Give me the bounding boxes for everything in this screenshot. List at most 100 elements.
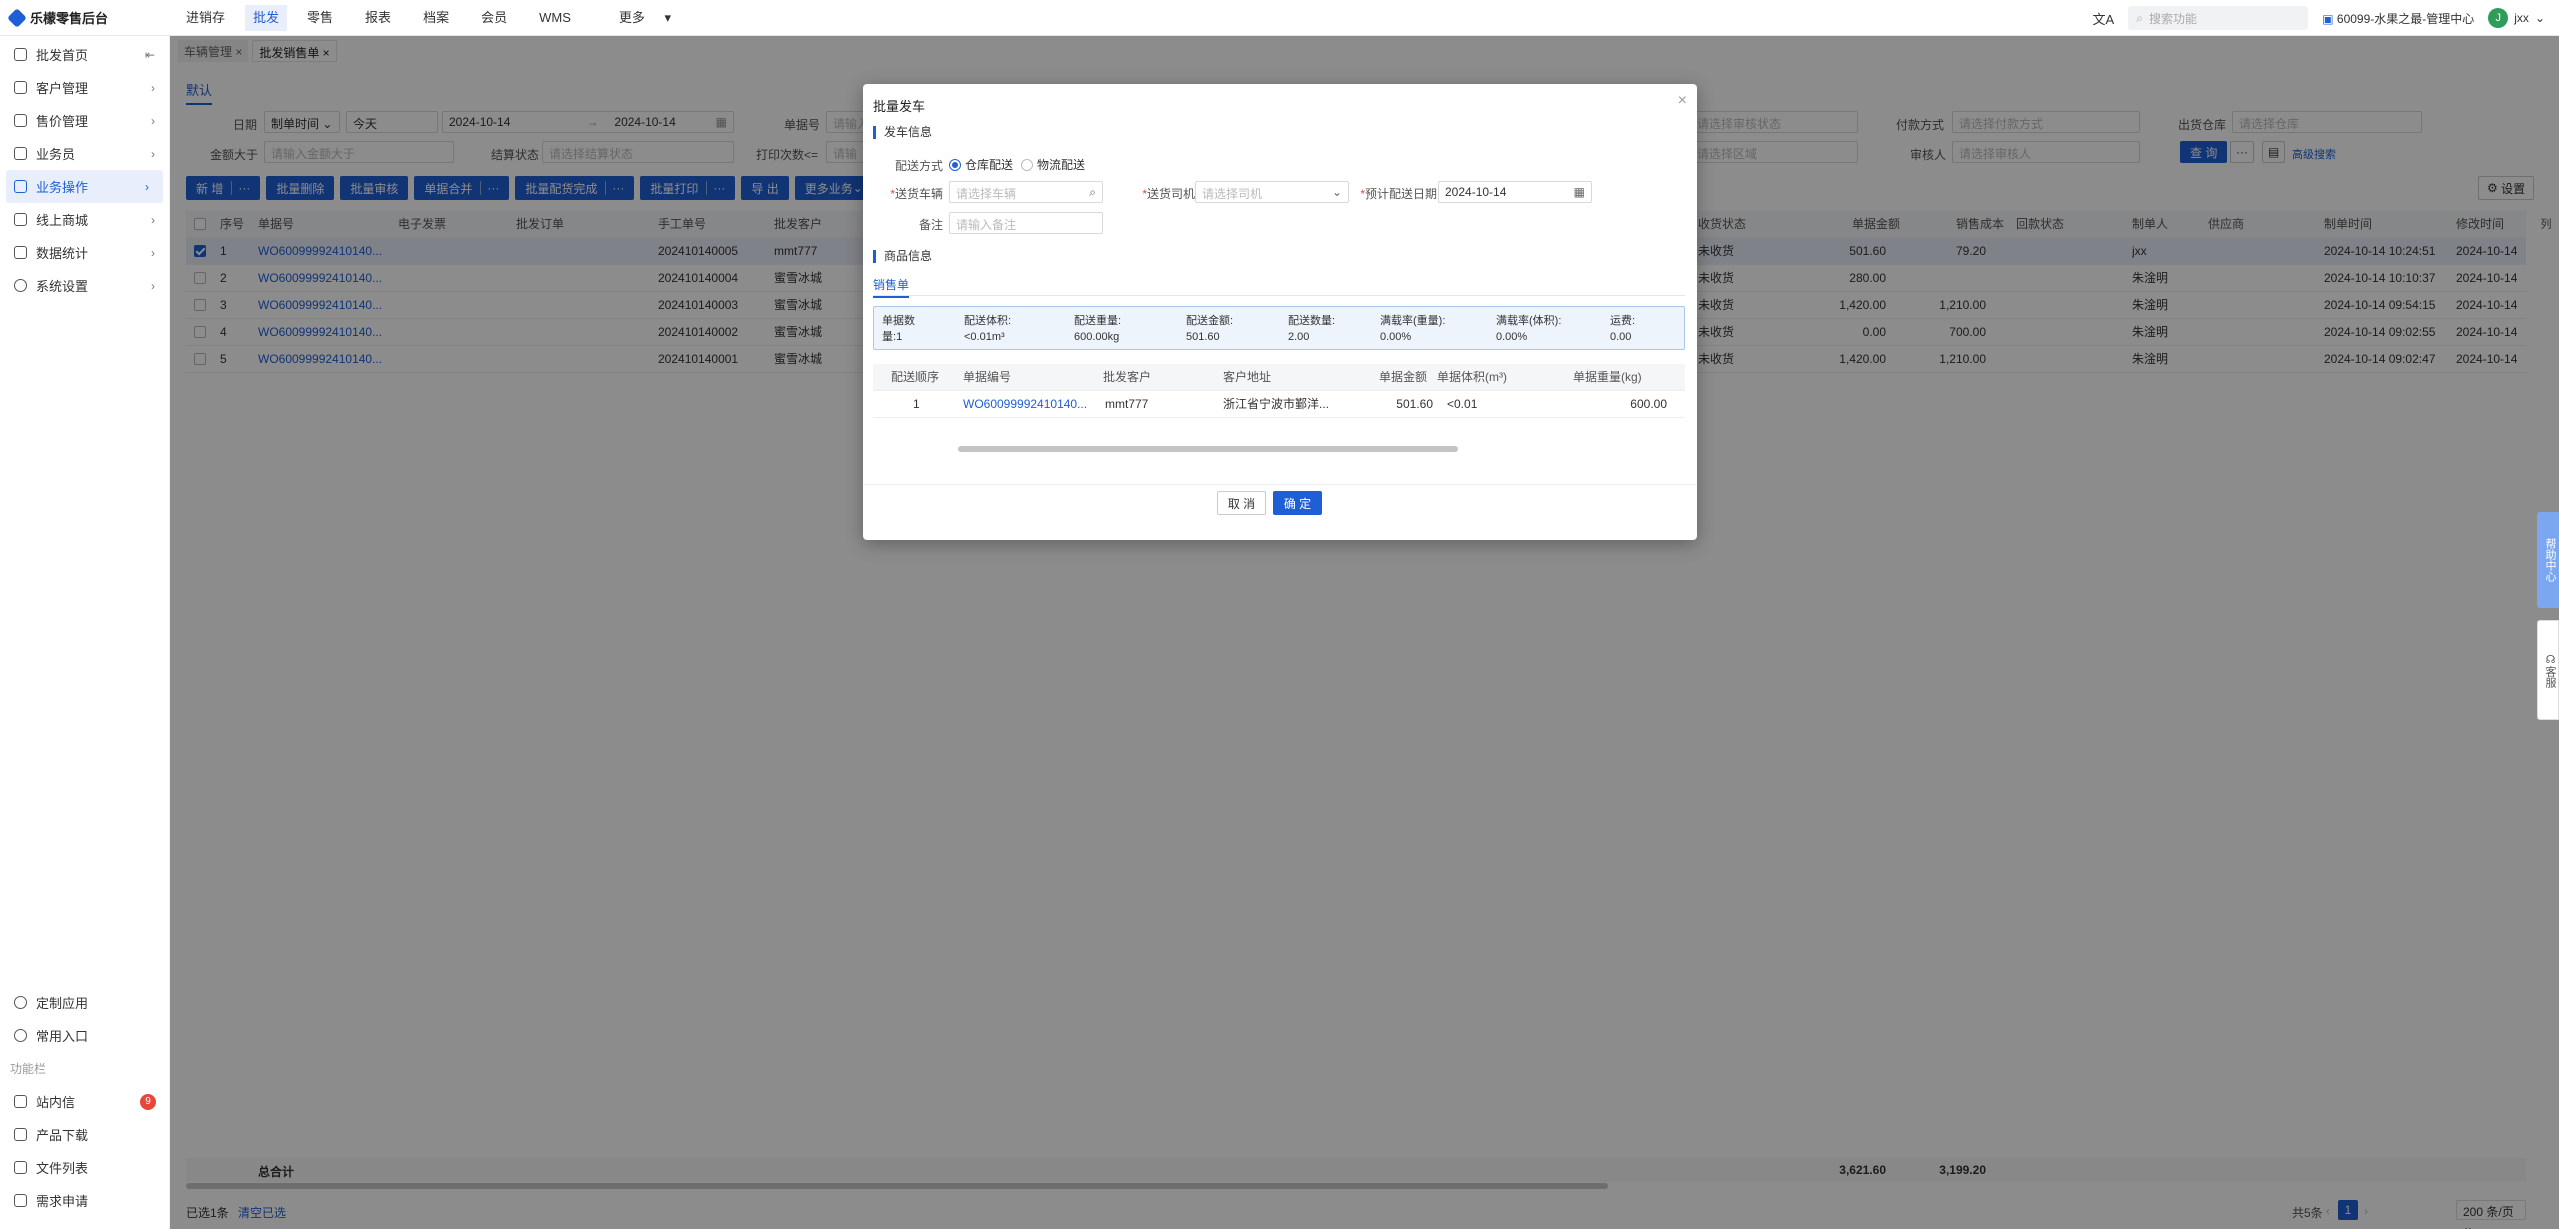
headset-icon: ☊	[2544, 652, 2556, 666]
operations-icon	[14, 180, 27, 193]
topnav-item-more[interactable]: 更多 ▾	[587, 0, 687, 36]
sidebar-item-label: 线上商城	[36, 213, 89, 228]
cell-volume: <0.01	[1447, 397, 1478, 411]
edit-icon	[14, 1194, 27, 1207]
search-icon: ⌕	[2136, 10, 2143, 25]
summary-value: 1	[896, 331, 903, 343]
search-placeholder: 搜索功能	[2148, 11, 2197, 26]
store-selector[interactable]: ▣ 60099-水果之最-管理中心	[2322, 10, 2474, 27]
vehicle-label: *送货车辆	[890, 187, 943, 201]
sidebar-item-label: 售价管理	[36, 114, 89, 129]
radio-warehouse-delivery[interactable]: 仓库配送	[949, 156, 1013, 173]
modal-table-scrollbar[interactable]	[958, 446, 1458, 452]
vehicle-label-text: 送货车辆	[894, 187, 943, 201]
translate-icon[interactable]: 文A	[2093, 9, 2115, 28]
delivery-date-label: *预计配送日期	[1360, 187, 1437, 201]
global-search-input[interactable]: ⌕ 搜索功能	[2128, 6, 2309, 30]
app-logo[interactable]: 乐檬零售后台	[0, 7, 170, 28]
sidebar-item-stats[interactable]: 数据统计 ›	[0, 236, 169, 269]
logo-icon	[7, 7, 27, 28]
store-icon: ▣	[2322, 11, 2334, 26]
col-header: 单据金额	[1379, 370, 1428, 384]
cell-seq: 1	[913, 397, 920, 411]
col-header: 配送顺序	[891, 370, 940, 384]
topnav-item[interactable]: WMS	[523, 0, 587, 36]
batch-dispatch-modal: 批量发车 × 发车信息 配送方式 仓库配送 物流配送 *送货车辆 请选择车辆 ⌕ …	[863, 84, 1697, 540]
remark-input[interactable]: 请输入备注	[949, 212, 1103, 234]
driver-select[interactable]: 请选择司机 ⌄	[1195, 181, 1349, 203]
topnav-item[interactable]: 档案	[407, 0, 465, 36]
sidebar-item-label: 系统设置	[36, 279, 89, 294]
sidebar-item-settings[interactable]: 系统设置 ›	[0, 269, 169, 302]
cell-customer: mmt777	[1105, 397, 1149, 411]
modal-title: 批量发车	[873, 99, 926, 114]
sidebar-item-customers[interactable]: 客户管理 ›	[0, 71, 169, 104]
sidebar-item-operations[interactable]: 业务操作 ›	[6, 170, 163, 203]
radio-logistics-delivery[interactable]: 物流配送	[1021, 156, 1085, 173]
user-menu[interactable]: Jjxx ⌄	[2488, 8, 2545, 28]
chart-icon	[14, 246, 27, 259]
help-center-button[interactable]: 帮助中心	[2537, 512, 2559, 608]
sidebar-item-wholesale-home[interactable]: 批发首页 ⇤	[0, 38, 169, 71]
collapse-icon[interactable]: ⇤	[145, 48, 155, 62]
file-icon	[14, 1161, 27, 1174]
vehicle-select[interactable]: 请选择车辆 ⌕	[949, 181, 1103, 203]
cell-amount: 501.60	[1396, 397, 1433, 411]
sidebar-item-files[interactable]: 文件列表	[0, 1151, 170, 1184]
sidebar-item-label: 业务员	[36, 147, 76, 162]
sidebar-item-mall[interactable]: 线上商城 ›	[0, 203, 169, 236]
summary-freight: 运费: 0.00	[1610, 313, 1635, 345]
sidebar-item-download[interactable]: 产品下载	[0, 1118, 170, 1151]
subtab-divider	[873, 295, 1685, 296]
sidebar-section-title: 功能栏	[10, 1062, 47, 1076]
customer-service-button[interactable]: ☊客服	[2537, 620, 2559, 720]
sidebar-item-salesman[interactable]: 业务员 ›	[0, 137, 169, 170]
topnav-item[interactable]: 报表	[349, 0, 407, 36]
radio-unchecked-icon	[1021, 158, 1033, 171]
table-row[interactable]: 1 WO60099992410140... mmt777 浙江省宁波市鄞洋...…	[873, 391, 1685, 418]
sidebar: 批发首页 ⇤ 客户管理 › 售价管理 › 业务员 › 业务操作 › 线上商城 › 数据统计 ›…	[0, 36, 170, 1229]
confirm-button[interactable]: 确 定	[1273, 491, 1322, 515]
cell-order-link[interactable]: WO60099992410140...	[963, 391, 1093, 418]
summary-load-volume: 满载率(体积): 0.00%	[1496, 313, 1561, 345]
topnav-item[interactable]: 会员	[465, 0, 523, 36]
delivery-mode-label: 配送方式	[894, 159, 943, 173]
salesman-icon	[14, 147, 27, 160]
summary-label: 配送重量:	[1074, 315, 1122, 327]
sidebar-item-favorites[interactable]: 常用入口	[0, 1019, 170, 1052]
gear-icon	[14, 279, 27, 292]
search-icon: ⌕	[1089, 185, 1096, 199]
top-nav: 进销存 批发 零售 报表 档案 会员 WMS 更多 ▾	[170, 0, 687, 36]
sidebar-item-requests[interactable]: 需求申请	[0, 1184, 170, 1217]
mail-icon	[14, 1095, 27, 1108]
radio-checked-icon	[949, 158, 961, 171]
sidebar-item-custom-apps[interactable]: 定制应用	[0, 986, 170, 1019]
table-header-row: 配送顺序 单据编号 批发客户 客户地址 单据金额 单据体积(m³) 单据重量(k…	[873, 364, 1685, 391]
summary-doc-count: 单据数量:1	[882, 313, 928, 345]
sidebar-item-price[interactable]: 售价管理 ›	[0, 104, 169, 137]
topnav-item-active[interactable]: 批发	[245, 4, 288, 31]
summary-value: 0.00%	[1496, 331, 1528, 343]
cancel-button[interactable]: 取 消	[1217, 491, 1266, 515]
heart-icon	[14, 1029, 27, 1042]
driver-placeholder: 请选择司机	[1202, 187, 1263, 201]
close-icon[interactable]: ×	[1678, 92, 1687, 110]
summary-label: 运费:	[1610, 315, 1636, 327]
col-header: 单据体积(m³)	[1437, 370, 1507, 384]
sidebar-item-messages[interactable]: 站内信 9	[0, 1085, 170, 1118]
topnav-item[interactable]: 零售	[291, 0, 349, 36]
radio-label: 仓库配送	[965, 158, 1014, 172]
delivery-date-picker[interactable]: 2024-10-14 ▦	[1438, 181, 1592, 203]
topnav-item[interactable]: 进销存	[170, 0, 241, 36]
chevron-right-icon: ›	[151, 212, 155, 227]
cell-weight: 600.00	[1630, 397, 1667, 411]
sidebar-item-label: 数据统计	[36, 246, 89, 261]
summary-value: 501.60	[1186, 331, 1220, 343]
modal-footer-divider	[863, 484, 1697, 485]
summary-value: 600.00kg	[1074, 331, 1120, 343]
mall-icon	[14, 213, 27, 226]
summary-value: <0.01m³	[964, 331, 1005, 343]
chevron-right-icon: ›	[151, 113, 155, 128]
radio-label: 物流配送	[1037, 158, 1086, 172]
sidebar-item-label: 产品下载	[36, 1128, 89, 1143]
